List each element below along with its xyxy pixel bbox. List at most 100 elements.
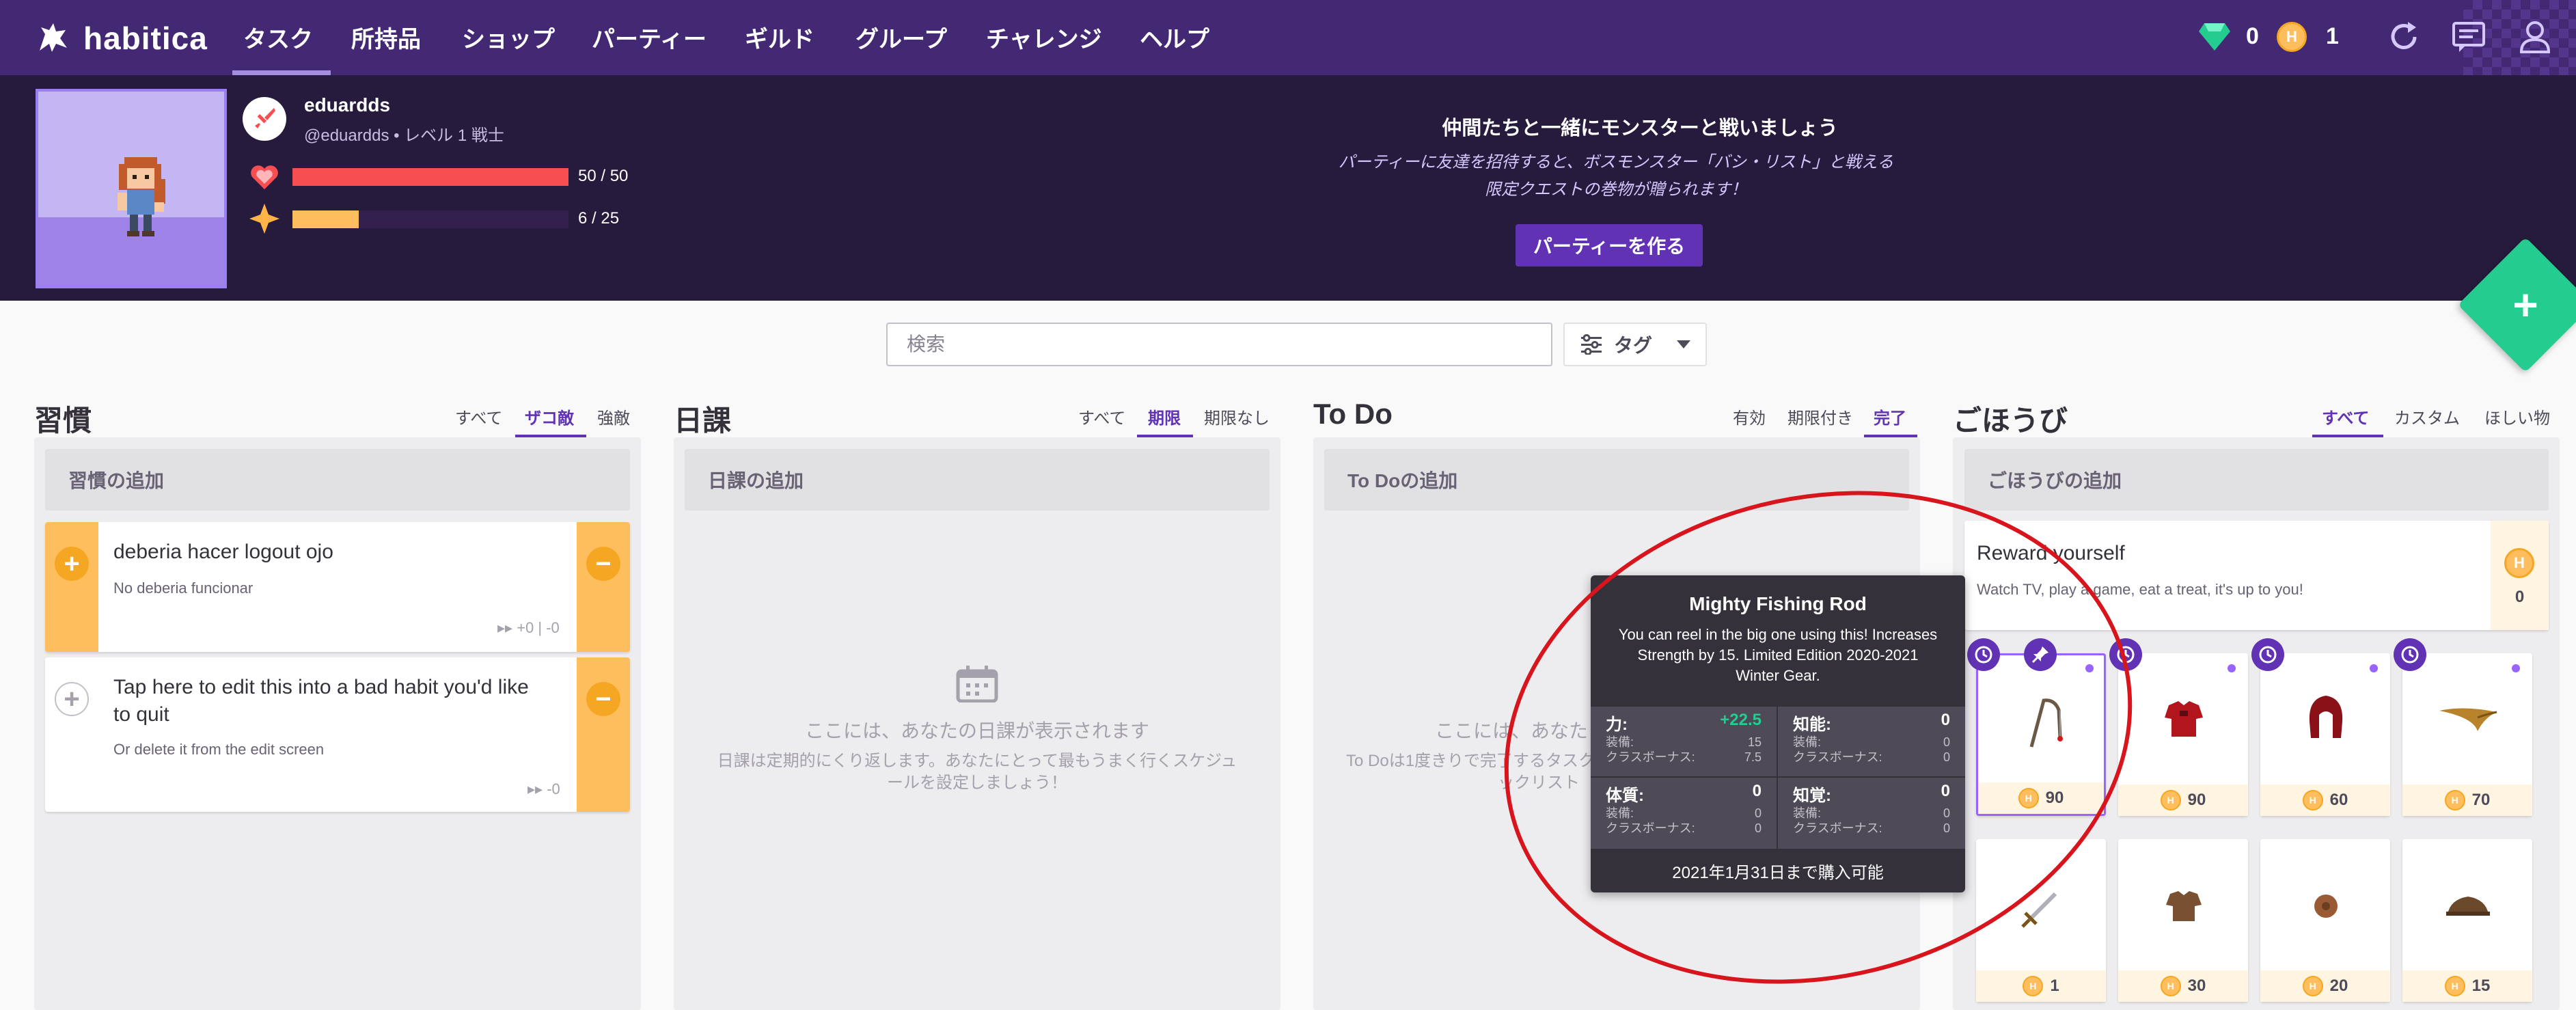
- habits-filter-all[interactable]: すべて: [455, 405, 502, 428]
- limited-time-badge: [2251, 638, 2284, 671]
- habit-positive-side: +: [45, 657, 98, 812]
- clock-icon: [2259, 646, 2277, 664]
- nav-shops[interactable]: ショップ: [462, 21, 555, 55]
- shop-item-horn[interactable]: H 70: [2402, 653, 2532, 816]
- dailies-filter-all[interactable]: すべて: [1078, 405, 1125, 428]
- nav-groups[interactable]: グループ: [855, 21, 947, 55]
- nav-inventory[interactable]: 所持品: [351, 21, 421, 55]
- rewards-filter-all[interactable]: すべて: [2322, 405, 2369, 428]
- item-price-value: 15: [2471, 977, 2491, 995]
- custom-reward-price: 0: [2515, 588, 2525, 606]
- todos-title: To Do: [1313, 398, 1393, 430]
- shop-item-leather-helm[interactable]: H 15: [2402, 839, 2532, 1002]
- dailies-empty-line-2: ールを設定しましょう！: [887, 774, 1067, 792]
- limited-time-badge: [2394, 638, 2426, 671]
- item-price: H 70: [2402, 784, 2532, 816]
- rewards-filter-wishlist[interactable]: ほしい物: [2484, 405, 2550, 428]
- habit-plus-button[interactable]: +: [55, 547, 89, 581]
- item-price: H 15: [2402, 970, 2532, 1002]
- nav-tasks[interactable]: タスク: [243, 21, 313, 55]
- avatar[interactable]: [36, 89, 227, 288]
- shop-item-red-hood[interactable]: H 60: [2260, 653, 2390, 816]
- clock-icon: [2401, 646, 2419, 664]
- item-price-value: 30: [2187, 977, 2206, 995]
- rewards-filter-custom[interactable]: カスタム: [2394, 405, 2460, 428]
- new-item-dot: [2370, 664, 2378, 672]
- habits-filter-strong[interactable]: 強敵: [597, 405, 630, 428]
- item-price-value: 70: [2471, 791, 2491, 809]
- nav-challenges[interactable]: チャレンジ: [986, 21, 1102, 55]
- nav-party[interactable]: パーティー: [592, 21, 707, 55]
- nav-guilds[interactable]: ギルド: [745, 21, 814, 55]
- gold-coin-icon: H: [2023, 976, 2044, 996]
- todos-filter-completed[interactable]: 完了: [1874, 405, 1906, 428]
- warrior-class-badge: [243, 97, 286, 141]
- tags-dropdown[interactable]: タグ: [1563, 323, 1707, 366]
- habit-plus-button[interactable]: +: [55, 682, 89, 716]
- tags-label: タグ: [1614, 335, 1653, 356]
- add-habit-input[interactable]: 習慣の追加: [45, 449, 630, 510]
- gold-coin-icon: H: [2277, 22, 2307, 52]
- rewards-title: ごほうび: [1953, 405, 2068, 437]
- habits-title: 習慣: [34, 405, 92, 437]
- habit-streak-value: -0: [547, 780, 560, 797]
- heart-icon: [251, 165, 278, 189]
- gold-coin-icon: H: [2444, 976, 2465, 996]
- dailies-title: 日課: [674, 405, 732, 437]
- dailies-filter-not-due[interactable]: 期限なし: [1204, 405, 1270, 428]
- habit-notes: Or delete it from the edit screen: [113, 741, 325, 758]
- user-level-line: @eduardds • レベル 1 戦士: [304, 126, 504, 145]
- habit-notes: No deberia funcionar: [113, 579, 254, 597]
- nav-active-indicator: [232, 70, 331, 75]
- messages-icon[interactable]: [2450, 18, 2488, 56]
- custom-reward-buy[interactable]: H 0: [2491, 521, 2549, 630]
- sync-icon[interactable]: [2385, 18, 2423, 56]
- create-party-button[interactable]: パーティーを作る: [1516, 224, 1703, 267]
- dailies-empty-line-1: 日課は定期的にくり返します。あなたにとって最もうまく行くスケジュ: [717, 752, 1237, 770]
- party-description: パーティーに友達を招待すると、ボスモンスター「バシ・リスト」と戦える 限定クエス…: [1315, 149, 1917, 204]
- shop-item-round-shield[interactable]: H 20: [2260, 839, 2390, 1002]
- habit-streak: ▸▸ -0: [527, 780, 560, 797]
- item-price: H 30: [2118, 970, 2248, 1002]
- habit-card[interactable]: + − deberia hacer logout ojo No deberia …: [45, 522, 630, 652]
- calendar-icon: [956, 666, 998, 702]
- party-title: 仲間たちと一緒にモンスターと戦いましょう: [1442, 118, 1838, 139]
- username: eduardds: [304, 94, 391, 115]
- habit-title: Tap here to edit this into a bad habit y…: [113, 676, 529, 726]
- habitica-logo[interactable]: habitica: [36, 18, 208, 59]
- gold-coin-icon: H: [2160, 976, 2181, 996]
- user-icon[interactable]: [2516, 18, 2554, 56]
- red-hood-icon: [2309, 696, 2343, 738]
- add-daily-input[interactable]: 日課の追加: [685, 449, 1270, 510]
- leather-armor-icon: [2166, 891, 2202, 921]
- gem-icon: [2199, 23, 2230, 51]
- horn-icon: [2439, 708, 2497, 731]
- filter-icon: [1581, 334, 1602, 355]
- habit-card[interactable]: + − Tap here to edit this into a bad hab…: [45, 657, 630, 812]
- gold-coin-icon: H: [2160, 790, 2181, 810]
- party-description-line-2: 限定クエストの巻物が贈られます！: [1485, 180, 1747, 199]
- gryphon-icon: [40, 23, 67, 52]
- habits-filter-weak[interactable]: ザコ敵: [525, 405, 574, 428]
- item-price: H 60: [2260, 784, 2390, 816]
- item-price-value: 20: [2329, 977, 2348, 995]
- dailies-empty-title: ここには、あなたの日課が表示されます: [804, 720, 1149, 741]
- add-task-button[interactable]: +: [2478, 257, 2573, 353]
- search-input[interactable]: [886, 323, 1552, 366]
- add-reward-input[interactable]: ごほうびの追加: [1964, 449, 2549, 510]
- todos-filter-dated[interactable]: 期限付き: [1787, 405, 1853, 428]
- helm-icon: [2446, 897, 2490, 916]
- habit-minus-button[interactable]: −: [586, 682, 620, 716]
- shop-item-red-armor[interactable]: H 90: [2118, 653, 2248, 816]
- nav-help[interactable]: ヘルプ: [1140, 21, 1209, 55]
- dailies-filter-due[interactable]: 期限: [1148, 405, 1181, 428]
- experience-value: 6 / 25: [578, 209, 620, 228]
- todos-filter-active[interactable]: 有効: [1733, 405, 1766, 428]
- gold-coin-icon: H: [2504, 548, 2534, 578]
- experience-bar-fill: [292, 210, 359, 228]
- health-bar: [292, 168, 568, 186]
- item-price: H 90: [2118, 784, 2248, 816]
- habit-minus-button[interactable]: −: [586, 547, 620, 581]
- item-price-value: 90: [2187, 791, 2206, 809]
- shop-item-leather-armor[interactable]: H 30: [2118, 839, 2248, 1002]
